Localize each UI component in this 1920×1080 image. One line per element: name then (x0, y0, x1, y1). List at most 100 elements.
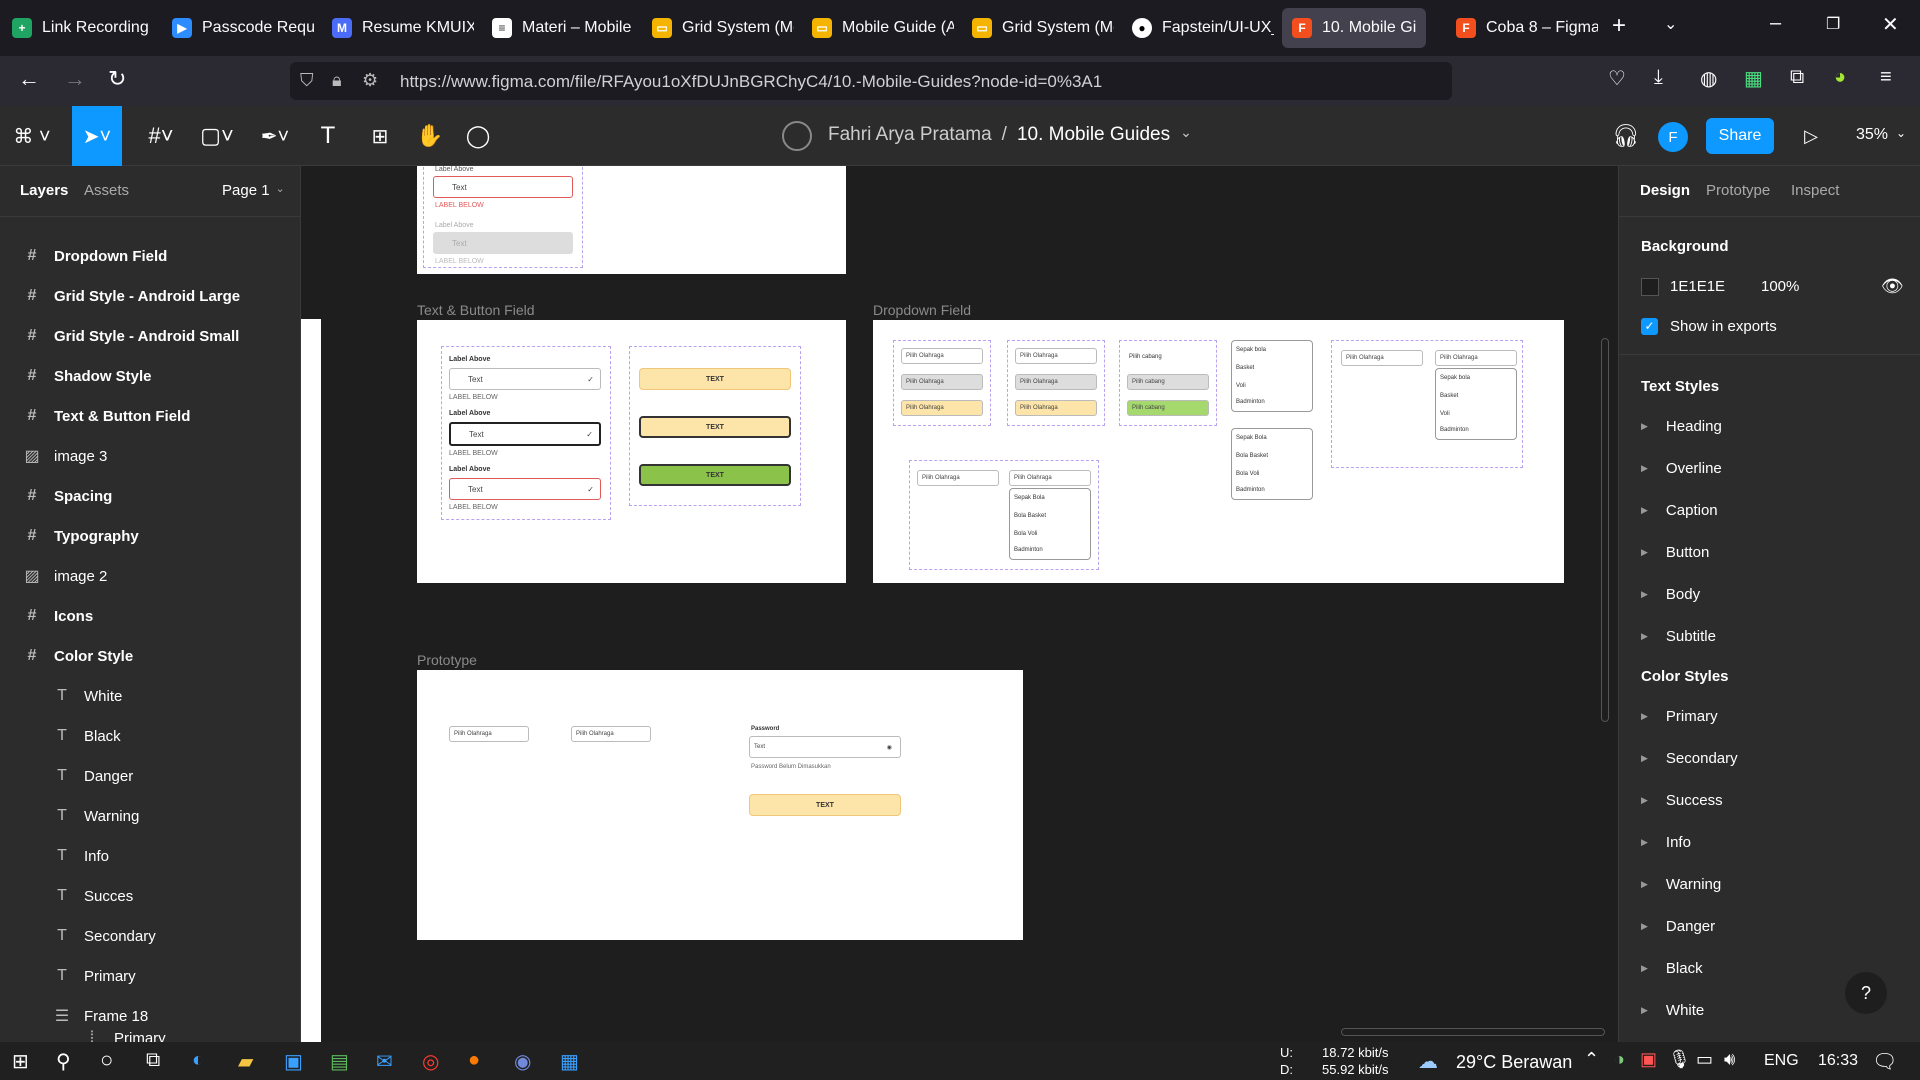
tab-prototype[interactable]: Prototype (1706, 182, 1770, 199)
tab-design[interactable]: Design (1640, 182, 1690, 199)
layer-item[interactable]: # Typography (0, 516, 300, 556)
layer-item[interactable]: # Dropdown Field (0, 236, 300, 276)
weather-cloud-icon[interactable]: ☁ (1418, 1049, 1438, 1074)
pen-tool-icon[interactable]: ✒˅ (250, 106, 300, 166)
background-hex-input[interactable]: 1E1E1E (1670, 278, 1725, 295)
store-icon[interactable]: ▣ (284, 1049, 303, 1074)
layer-item[interactable]: T Danger (0, 756, 300, 796)
frame-label-dropdown[interactable]: Dropdown Field (873, 302, 971, 318)
user-avatar[interactable]: F (1658, 122, 1688, 152)
layer-item[interactable]: # Text & Button Field (0, 396, 300, 436)
search-icon[interactable]: ⚲ (56, 1049, 71, 1074)
firefox-icon[interactable]: ● (468, 1049, 480, 1072)
task-view-icon[interactable]: ⧉ (146, 1049, 160, 1072)
design-canvas[interactable]: Label Above Text LABEL BELOW Label Above… (301, 166, 1618, 1042)
team-avatar-icon[interactable] (782, 121, 812, 151)
app-icon[interactable]: ▤ (330, 1049, 349, 1074)
tab-inspect[interactable]: Inspect (1791, 182, 1839, 199)
color-style-item[interactable]: ▶ Primary (1641, 708, 1718, 725)
layer-item[interactable]: # Shadow Style (0, 356, 300, 396)
layer-item[interactable]: T Primary (0, 956, 300, 996)
back-icon[interactable]: ← (18, 66, 40, 92)
mail-icon[interactable]: ✉ (376, 1049, 393, 1074)
horizontal-scrollbar[interactable] (1341, 1028, 1605, 1036)
close-window-icon[interactable]: ✕ (1882, 12, 1899, 37)
tray-chevron-up-icon[interactable]: ⌃ (1584, 1049, 1599, 1070)
background-opacity-input[interactable]: 100% (1761, 278, 1799, 295)
layer-item[interactable]: ▨ image 2 (0, 556, 300, 596)
text-style-item[interactable]: ▶ Subtitle (1641, 628, 1716, 645)
reload-icon[interactable]: ↻ (108, 66, 126, 92)
layer-item[interactable]: ▨ image 3 (0, 436, 300, 476)
headphones-icon[interactable]: 🎧︎ (1606, 106, 1646, 166)
help-button[interactable]: ? (1845, 972, 1887, 1014)
shape-tool-icon[interactable]: ▢˅ (192, 106, 242, 166)
tab-assets[interactable]: Assets (84, 182, 129, 199)
frame-text-button-field[interactable]: Label Above Text ✓ LABEL BELOW Label Abov… (417, 320, 846, 583)
file-explorer-icon[interactable]: ▰ (238, 1049, 253, 1074)
layer-item[interactable]: T Warning (0, 796, 300, 836)
page-selector[interactable]: Page 1 ⌄ (222, 182, 285, 199)
extensions-icon[interactable]: ⧉ (1790, 66, 1804, 89)
layer-item[interactable]: # Icons (0, 596, 300, 636)
windows-start-icon[interactable]: ⊞ (12, 1049, 29, 1074)
restore-icon[interactable]: ❐ (1826, 14, 1840, 34)
text-style-item[interactable]: ▶ Button (1641, 544, 1709, 561)
move-tool-icon[interactable]: ➤˅ (72, 106, 122, 166)
forward-icon[interactable]: → (64, 66, 86, 92)
layer-item[interactable]: # Grid Style - Android Large (0, 276, 300, 316)
layer-item[interactable]: # Color Style (0, 636, 300, 676)
browser-tab[interactable]: ▭ Grid System (Mc (642, 8, 794, 48)
clock[interactable]: 16:33 (1818, 1052, 1858, 1070)
browser-tab[interactable]: ≡ Materi – Mobile (482, 8, 634, 48)
opera-icon[interactable]: ◎ (422, 1049, 439, 1074)
edge-icon[interactable]: ◐ (192, 1049, 204, 1072)
share-button[interactable]: Share (1706, 118, 1774, 154)
color-style-item[interactable]: ▶ Black (1641, 960, 1703, 977)
text-style-item[interactable]: ▶ Overline (1641, 460, 1722, 477)
layer-item[interactable]: T Secondary (0, 916, 300, 956)
layer-item[interactable]: # Spacing (0, 476, 300, 516)
tray-app-icon[interactable]: ◑ (1614, 1049, 1625, 1070)
browser-tab[interactable]: M Resume KMUIX (322, 8, 474, 48)
frame-dropdown-field[interactable]: Pilih Olahraga Pilih Olahraga Pilih Olah… (873, 320, 1564, 583)
partial-frame-top[interactable]: Label Above Text LABEL BELOW Label Above… (417, 166, 846, 274)
browser-tab[interactable]: ● Fapstein/UI-UX_ (1122, 8, 1274, 48)
text-style-item[interactable]: ▶ Body (1641, 586, 1700, 603)
file-breadcrumb[interactable]: Fahri Arya Pratama / 10. Mobile Guides ⌄ (828, 124, 1192, 146)
tab-layers[interactable]: Layers (20, 182, 68, 199)
new-tab-icon[interactable]: + (1612, 12, 1626, 40)
vertical-scrollbar[interactable] (1601, 338, 1609, 722)
browser-tab-active[interactable]: F 10. Mobile Gi ✕ (1282, 8, 1426, 48)
frame-label-prototype[interactable]: Prototype (417, 652, 477, 668)
color-style-item[interactable]: ▶ Secondary (1641, 750, 1738, 767)
frame-label-text-button[interactable]: Text & Button Field (417, 302, 535, 318)
comment-tool-icon[interactable]: ◯ (458, 106, 498, 166)
address-bar[interactable]: ⛉ 🔒︎ ⚙ https://www.figma.com/file/RFAyou… (290, 62, 1452, 100)
layer-item[interactable]: T Info (0, 836, 300, 876)
tray-record-icon[interactable]: ▣ (1640, 1049, 1657, 1070)
color-style-item[interactable]: ▶ Danger (1641, 918, 1715, 935)
resources-icon[interactable]: ⊞ (360, 106, 400, 166)
show-in-exports-checkbox[interactable]: ✓ (1641, 318, 1658, 335)
tab-list-icon[interactable]: ⌄ (1664, 14, 1677, 34)
menu-icon[interactable]: ≡ (1880, 66, 1892, 89)
hand-tool-icon[interactable]: ✋ (410, 106, 450, 166)
language-indicator[interactable]: ENG (1764, 1052, 1799, 1070)
background-color-swatch[interactable] (1641, 278, 1659, 296)
color-style-item[interactable]: ▶ Warning (1641, 876, 1721, 893)
weather-text[interactable]: 29°C Berawan (1456, 1052, 1572, 1073)
color-style-item[interactable]: ▶ Info (1641, 834, 1691, 851)
cortana-icon[interactable]: ○ (100, 1047, 113, 1073)
color-style-item[interactable]: ▶ White (1641, 1002, 1704, 1019)
layer-item[interactable]: T Black (0, 716, 300, 756)
download-icon[interactable]: ⤓ (1654, 66, 1663, 89)
browser-tab[interactable]: ▭ Grid System (Mc (962, 8, 1114, 48)
extension-grid-icon[interactable]: ▦ (1744, 66, 1763, 91)
minimize-icon[interactable]: – (1770, 12, 1781, 35)
globe-icon[interactable]: ◍ (1700, 66, 1717, 91)
notification-icon[interactable]: 🗨︎ (1872, 1049, 1897, 1074)
zoom-menu[interactable]: 35% ⌄ (1856, 126, 1906, 144)
eye-icon[interactable]: 👁︎ (1881, 276, 1904, 297)
text-tool-icon[interactable]: T (308, 106, 348, 166)
